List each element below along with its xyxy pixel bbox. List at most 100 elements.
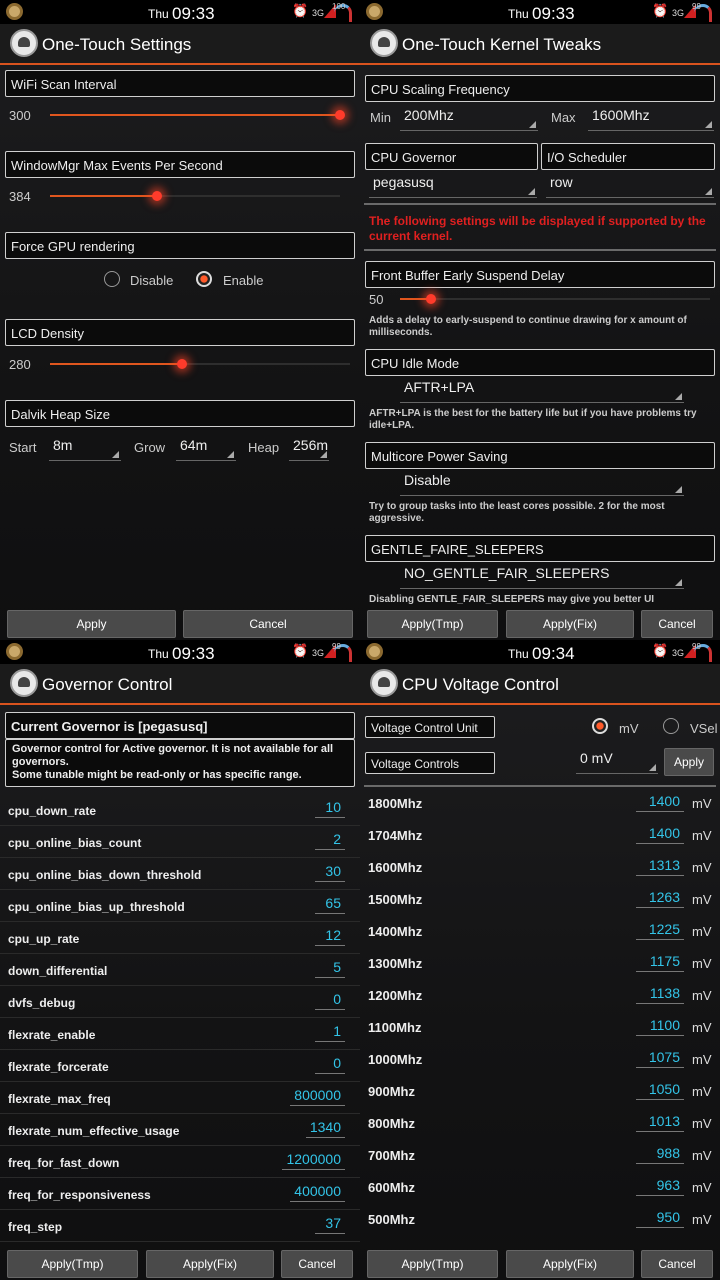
voltage-unit-label: mV [692,1020,712,1035]
multicore-spinner[interactable]: Disable [400,472,684,496]
slider-thumb[interactable] [335,110,345,120]
app-logo-icon[interactable] [370,669,398,697]
voltage-apply-button[interactable]: Apply [664,748,714,776]
tunable-value-input[interactable]: 800000 [290,1087,345,1106]
tunable-value-input[interactable]: 30 [315,863,345,882]
gpu-enable-label[interactable]: Enable [223,273,263,288]
app-notification-icon [366,643,383,660]
app-logo-icon[interactable] [370,29,398,57]
voltage-value-input[interactable]: 1225 [636,921,684,940]
apply-tmp-button[interactable]: Apply(Tmp) [367,610,498,638]
kernel-warning: The following settings will be displayed… [369,214,706,243]
tunable-name: cpu_online_bias_up_threshold [8,900,185,914]
voltage-unit-label: mV [692,1148,712,1163]
page-title: CPU Voltage Control [402,675,559,694]
voltage-offset-spinner[interactable]: 0 mV [576,750,658,774]
tunable-value-input[interactable]: 1340 [305,1119,345,1138]
wifi-scan-slider[interactable] [50,110,345,120]
tunable-value-input[interactable]: 0 [315,991,345,1010]
voltage-unit-label: mV [692,1180,712,1195]
lcd-density-slider[interactable] [50,359,350,369]
voltage-value-input[interactable]: 1050 [636,1081,684,1100]
apply-fix-button[interactable]: Apply(Fix) [506,610,634,638]
gpu-enable-radio[interactable] [196,271,212,287]
voltage-controls-label: Voltage Controls [365,752,495,774]
governor-info: Governor control for Active governor. It… [5,739,355,787]
io-scheduler-spinner[interactable]: row [546,174,714,198]
windowmgr-label: WindowMgr Max Events Per Second [5,151,355,178]
tunable-value-input[interactable]: 10 [315,799,345,818]
app-logo-icon[interactable] [10,669,38,697]
tunable-value-input[interactable]: 2 [315,831,345,850]
heap-start-spinner[interactable]: 8m [49,437,121,461]
app-logo-icon[interactable] [10,29,38,57]
unit-vsel-label[interactable]: VSel [690,721,717,736]
heap-size-spinner[interactable]: 256m [289,437,329,461]
tunable-value-input[interactable]: 400000 [290,1183,345,1202]
apply-fix-button[interactable]: Apply(Fix) [146,1250,274,1278]
slider-thumb[interactable] [152,191,163,201]
apply-fix-button[interactable]: Apply(Fix) [506,1250,634,1278]
tunable-value-input[interactable]: 1 [315,1023,345,1042]
voltage-value-input[interactable]: 1013 [636,1113,684,1132]
dalvik-heap-label: Dalvik Heap Size [5,400,355,427]
tunable-value-input[interactable]: 5 [315,959,345,978]
status-day: Thu [508,647,529,661]
voltage-value-input[interactable]: 1400 [636,793,684,812]
voltage-value-input[interactable]: 1263 [636,889,684,908]
tunable-value-input[interactable]: 65 [315,895,345,914]
gfs-spinner[interactable]: NO_GENTLE_FAIR_SLEEPERS [400,565,684,589]
voltage-unit-label: mV [692,1084,712,1099]
voltage-row: 1300Mhz 1175 mV [360,947,720,979]
tunable-value-input[interactable]: 1200000 [282,1151,345,1170]
status-time: 09:33 [532,4,575,23]
min-freq-spinner[interactable]: 200Mhz [400,107,538,131]
fbesd-slider[interactable] [400,294,710,304]
gpu-disable-label[interactable]: Disable [130,273,173,288]
unit-mv-label[interactable]: mV [619,721,639,736]
apply-tmp-button[interactable]: Apply(Tmp) [7,1250,138,1278]
cancel-button[interactable]: Cancel [641,610,713,638]
cpu-idle-label: CPU Idle Mode [365,349,715,376]
voltage-value-input[interactable]: 950 [636,1209,684,1228]
battery-level: 99 [332,642,341,651]
windowmgr-slider[interactable] [50,191,340,201]
slider-thumb[interactable] [426,294,436,304]
unit-vsel-radio[interactable] [663,718,679,734]
apply-tmp-button[interactable]: Apply(Tmp) [367,1250,498,1278]
alarm-icon: ⏰ [652,3,669,18]
gpu-disable-radio[interactable] [104,271,120,287]
battery-level: 99 [692,2,701,11]
voltage-unit-label: mV [692,796,712,811]
battery-level: 100 [332,2,346,11]
voltage-value-input[interactable]: 1138 [636,985,684,1004]
heap-grow-spinner[interactable]: 64m [176,437,236,461]
apply-button[interactable]: Apply [7,610,176,638]
frequency-label: 1704Mhz [368,828,423,843]
voltage-value-input[interactable]: 1075 [636,1049,684,1068]
tunable-row: dvfs_debug 0 [0,986,360,1018]
slider-thumb[interactable] [177,359,187,369]
tunable-name: down_differential [8,964,108,978]
cancel-button[interactable]: Cancel [183,610,353,638]
voltage-value-input[interactable]: 1175 [636,953,684,972]
voltage-row: 1600Mhz 1313 mV [360,851,720,883]
tunable-value-input[interactable]: 12 [315,927,345,946]
tunable-row: cpu_down_rate 10 [0,794,360,826]
tunable-value-input[interactable]: 0 [315,1055,345,1074]
cancel-button[interactable]: Cancel [641,1250,713,1278]
voltage-value-input[interactable]: 963 [636,1177,684,1196]
heap-start-label: Start [9,440,37,455]
cancel-button[interactable]: Cancel [281,1250,353,1278]
voltage-value-input[interactable]: 1100 [636,1017,684,1036]
voltage-unit-label: mV [692,1116,712,1131]
unit-mv-radio[interactable] [592,718,608,734]
tunable-value-input[interactable]: 37 [315,1215,345,1234]
governor-spinner[interactable]: pegasusq [369,174,537,198]
voltage-value-input[interactable]: 988 [636,1145,684,1164]
force-gpu-label: Force GPU rendering [5,232,355,259]
voltage-value-input[interactable]: 1400 [636,825,684,844]
cpu-idle-spinner[interactable]: AFTR+LPA [400,379,684,403]
voltage-value-input[interactable]: 1313 [636,857,684,876]
max-freq-spinner[interactable]: 1600Mhz [588,107,714,131]
